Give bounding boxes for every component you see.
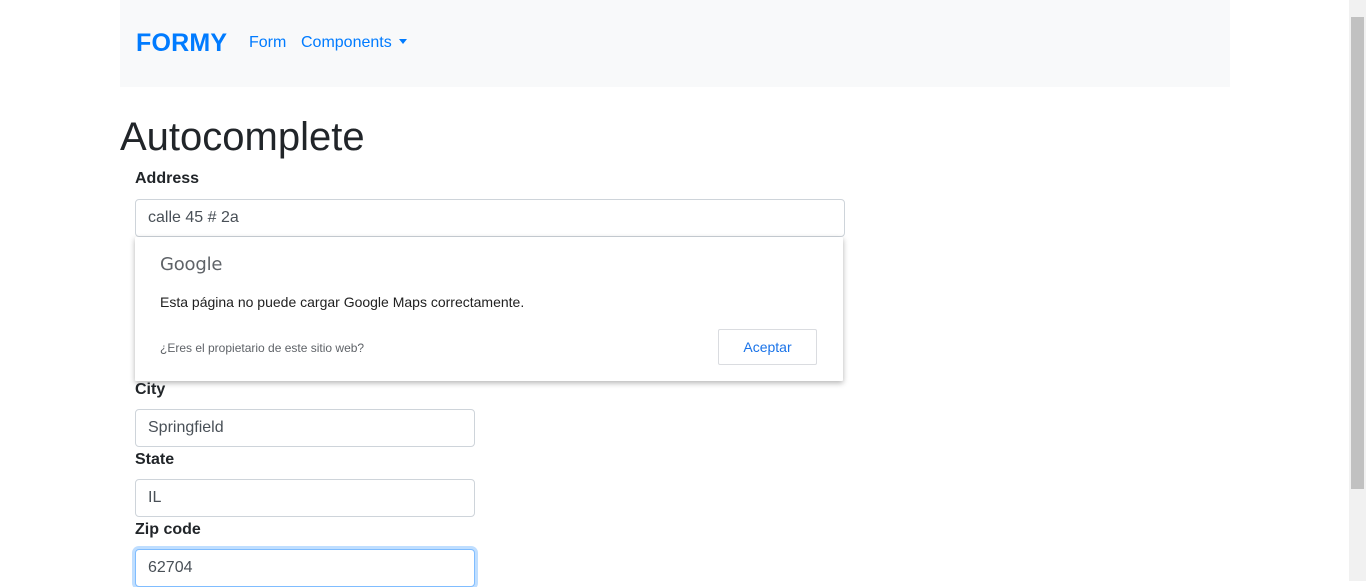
- page-title: Autocomplete: [120, 115, 365, 159]
- accept-button[interactable]: Aceptar: [718, 329, 817, 365]
- maps-error-dialog: Google Esta página no puede cargar Googl…: [135, 237, 843, 381]
- state-input[interactable]: IL: [135, 479, 475, 517]
- city-input[interactable]: Springfield: [135, 409, 475, 447]
- vertical-scrollbar[interactable]: [1349, 0, 1366, 581]
- nav-dropdown-components[interactable]: Components: [301, 34, 407, 52]
- address-label: Address: [135, 170, 200, 187]
- nav-dropdown-components-label: Components: [301, 34, 392, 51]
- address-input[interactable]: calle 45 # 2a: [135, 199, 845, 237]
- scrollbar-thumb[interactable]: [1351, 17, 1364, 489]
- city-label: City: [135, 381, 166, 398]
- nav-link-form[interactable]: Form: [249, 34, 286, 52]
- zip-code-label: Zip code: [135, 521, 201, 538]
- navbar: FORMY Form Components: [120, 0, 1230, 87]
- zip-code-input[interactable]: 62704: [135, 549, 475, 587]
- state-label: State: [135, 451, 175, 468]
- site-owner-link[interactable]: ¿Eres el propietario de este sitio web?: [160, 341, 364, 355]
- google-logo: Google: [160, 254, 223, 275]
- maps-error-message: Esta página no puede cargar Google Maps …: [160, 294, 525, 310]
- brand-logo-link[interactable]: FORMY: [136, 29, 227, 58]
- caret-down-icon: [398, 39, 407, 44]
